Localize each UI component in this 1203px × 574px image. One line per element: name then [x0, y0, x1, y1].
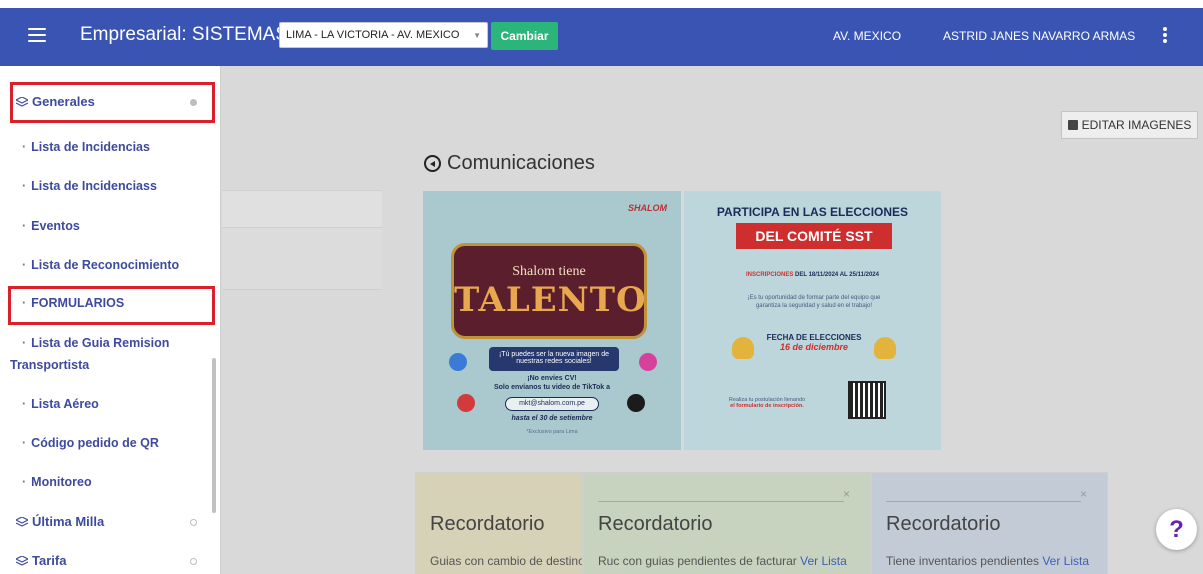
app-title: Empresarial: SISTEMAS [80, 24, 288, 45]
edit-images-button[interactable]: EDITAR IMAGENES [1061, 111, 1198, 139]
reminder-title: Recordatorio [886, 513, 1001, 535]
branch-select-value: LIMA - LA VICTORIA - AV. MEXICO [286, 29, 460, 41]
talent-line-1: ¡No envíes CV! [527, 375, 577, 382]
sst-dates: INSCRIPCIONES DEL 18/11/2024 AL 25/11/20… [746, 272, 879, 278]
layers-icon [16, 516, 28, 527]
sidebar-scrollbar[interactable] [212, 358, 216, 513]
card-divider [886, 501, 1081, 502]
image-icon [1067, 120, 1078, 130]
marquee-title: TALENTO [454, 280, 647, 320]
sidebar-item-reconocimiento[interactable]: · Lista de Reconocimiento [22, 258, 220, 272]
background-panel-body [222, 228, 382, 290]
sst-text-2: garantiza la seguridad y salud en el tra… [755, 303, 873, 309]
sidebar-item-codigo-qr[interactable]: · Código pedido de QR [22, 436, 220, 450]
reminder-text: Guias con cambio de destino [430, 554, 582, 568]
change-branch-button[interactable]: Cambiar [491, 22, 558, 50]
sidebar-group-ultima-milla[interactable]: Última Milla [16, 514, 220, 529]
main-content: EDITAR IMAGENES Comunicaciones SHALOM Sh… [222, 66, 1203, 574]
status-dot-icon [190, 558, 197, 565]
close-icon[interactable]: × [843, 487, 850, 501]
banner-brand-logo: SHALOM [628, 203, 667, 213]
marquee-sign: Shalom tiene TALENTO [451, 243, 647, 339]
sidebar-item-incidenciass[interactable]: · Lista de Incidenciass [22, 179, 220, 193]
sidebar-item-incidencias[interactable]: · Lista de Incidencias [22, 140, 220, 154]
status-dot-icon [190, 519, 197, 526]
reminder-text: Tiene inventarios pendientes Ver Lista [886, 554, 1090, 568]
sidebar-item-aereo[interactable]: · Lista Aéreo [22, 397, 220, 411]
layers-icon [16, 555, 28, 566]
reminder-card-2: × Recordatorio Ruc con guias pendientes … [583, 472, 871, 574]
instagram-icon [639, 353, 657, 371]
reminder-card-3: × Recordatorio Tiene inventarios pendien… [871, 472, 1108, 574]
hamburger-menu-icon[interactable] [28, 28, 46, 42]
sidebar-item-monitoreo[interactable]: · Monitoreo [22, 475, 220, 489]
sidebar: Generales · Lista de Incidencias · Lista d… [0, 66, 221, 574]
reminder-title: Recordatorio [430, 513, 545, 535]
card-divider [598, 501, 844, 502]
sidebar-group-label: Tarifa [32, 553, 67, 568]
sst-ribbon: DEL COMITÉ SST [736, 223, 892, 249]
top-app-bar: Empresarial: SISTEMAS LIMA - LA VICTORIA… [0, 0, 1203, 66]
reminder-title: Recordatorio [598, 513, 713, 535]
background-panel-header [222, 190, 382, 228]
trophy-icon [732, 337, 754, 359]
sidebar-item-eventos[interactable]: · Eventos [22, 219, 220, 233]
talent-deadline: hasta el 30 de setiembre [511, 415, 593, 422]
highlight-box-generales [10, 82, 215, 123]
sidebar-item-guia-remision[interactable]: · Lista de Guia Remision [22, 336, 220, 350]
talent-email: mkt@shalom.com.pe [505, 397, 599, 411]
youtube-icon [457, 394, 475, 412]
reminder-card-1: Recordatorio Guias con cambio de destino [415, 472, 583, 574]
marquee-subtitle: Shalom tiene [512, 264, 586, 279]
help-button[interactable]: ? [1156, 509, 1197, 550]
close-icon[interactable]: × [1080, 487, 1087, 501]
talent-line-2: Solo envíanos tu video de TikTok a [493, 384, 611, 391]
banner-sst[interactable]: PARTICIPA EN LAS ELECCIONES DEL COMITÉ S… [684, 191, 941, 450]
sidebar-group-tarifa[interactable]: Tarifa [16, 553, 220, 568]
chevron-down-icon: ▼ [473, 30, 481, 40]
reminder-text: Ruc con guias pendientes de facturar Ver… [598, 554, 847, 568]
qr-code-icon [848, 381, 886, 419]
branch-select[interactable]: LIMA - LA VICTORIA - AV. MEXICO ▼ [279, 22, 488, 48]
sst-register-text: Realiza tu postulación llenando el formu… [728, 397, 806, 409]
more-options-icon[interactable] [1163, 27, 1167, 43]
facebook-icon [449, 353, 467, 371]
sidebar-item-guia-remision-line2[interactable]: Transportista [10, 358, 220, 372]
back-circle-icon[interactable] [424, 155, 441, 172]
talent-note: *Exclusivo para Lima [526, 429, 578, 435]
user-menu-link[interactable]: ASTRID JANES NAVARRO ARMAS [943, 29, 1135, 43]
ver-lista-link[interactable]: Ver Lista [800, 554, 847, 568]
sst-text-1: ¡Es tu oportunidad de formar parte del e… [747, 295, 881, 301]
sst-election-date: FECHA DE ELECCIONES 16 de diciembre [766, 333, 862, 352]
banner-talent[interactable]: SHALOM Shalom tiene TALENTO ¡Tú puedes s… [423, 191, 681, 450]
ver-lista-link[interactable]: Ver Lista [1042, 554, 1089, 568]
sst-title: PARTICIPA EN LAS ELECCIONES [716, 205, 909, 219]
highlight-box-formularios [8, 286, 215, 325]
talent-callout: ¡Tú puedes ser la nueva imagen de nuestr… [489, 347, 619, 371]
location-link[interactable]: AV. MEXICO [833, 29, 901, 43]
tiktok-icon [627, 394, 645, 412]
section-title: Comunicaciones [424, 152, 595, 175]
sidebar-group-label: Última Milla [32, 514, 105, 529]
trophy-icon [874, 337, 896, 359]
